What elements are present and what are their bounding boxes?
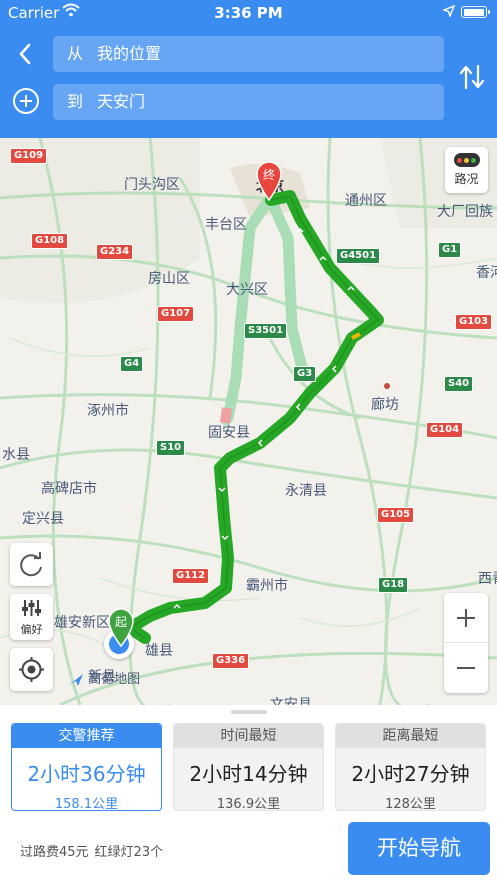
road-sign: G109 (10, 148, 48, 164)
place-label: 雄县 (145, 643, 173, 659)
sliders-icon (22, 600, 41, 616)
route-summary: 过路费45元 红绿灯23个 (20, 841, 163, 860)
traffic-light-count: 红绿灯23个 (94, 845, 164, 860)
road-sign: G4501 (336, 248, 381, 264)
route-option-recommended[interactable]: 交警推荐 2小时36分钟 158.1公里 (11, 723, 162, 811)
traffic-label: 路况 (454, 172, 479, 186)
route-distance: 158.1公里 (54, 797, 119, 811)
destination-value: 天安门 (97, 92, 146, 111)
route-panel: 交警推荐 2小时36分钟 158.1公里 时间最短 2小时14分钟 136.9公… (0, 705, 497, 883)
route-duration: 2小时36分钟 (27, 762, 146, 786)
road-sign: G4 (120, 356, 144, 372)
road-sign: G3 (293, 366, 317, 382)
amap-logo-icon (69, 673, 83, 686)
road-sign: S3501 (244, 323, 288, 339)
road-sign: G104 (426, 422, 464, 438)
road-sign: G112 (172, 568, 210, 584)
amap-logo: 高德地图 (68, 668, 140, 687)
place-label: 西青 (478, 571, 497, 587)
place-label: 霸州市 (246, 578, 288, 594)
destination-field[interactable]: 到天安门 (53, 84, 444, 120)
origin-value: 我的位置 (97, 44, 162, 63)
road-sign: G105 (377, 507, 415, 523)
road-sign: G107 (157, 306, 195, 322)
place-label: 定兴县 (22, 511, 64, 527)
place-label: 涿州市 (87, 403, 129, 419)
origin-field[interactable]: 从我的位置 (53, 36, 444, 72)
crosshair-icon (19, 657, 44, 682)
zoom-out-button[interactable] (444, 643, 488, 693)
traffic-light-icon (453, 153, 480, 167)
preference-button[interactable]: 偏好 (10, 594, 53, 640)
place-label: 水县 (2, 447, 30, 463)
origin-prefix: 从 (67, 44, 84, 63)
road-sign: G336 (212, 653, 250, 669)
place-label: 门头沟区 (124, 177, 180, 193)
route-tag: 交警推荐 (12, 724, 161, 748)
status-bar: Carrier 3:36 PM (0, 0, 497, 26)
road-sign: G234 (96, 244, 134, 260)
start-marker-label: 起 (115, 615, 127, 629)
place-label: 香河 (476, 265, 497, 281)
route-option-fastest[interactable]: 时间最短 2小时14分钟 136.9公里 (173, 723, 324, 811)
battery-icon (461, 6, 490, 18)
add-waypoint-button[interactable] (13, 88, 39, 114)
route-distance: 136.9公里 (216, 797, 281, 811)
route-distance: 128公里 (385, 797, 436, 811)
place-label: 文安县 (270, 697, 312, 705)
end-marker-label: 终 (263, 167, 275, 182)
drag-handle[interactable] (231, 710, 267, 714)
refresh-button[interactable] (10, 543, 53, 586)
route-map[interactable]: 门头沟区 北京 通州区 大厂回族 丰台区 香河 房山区 大兴区 廊坊 涿州市 固… (0, 138, 497, 705)
place-label: 丰台区 (205, 217, 247, 233)
swap-icon[interactable] (458, 62, 486, 92)
back-button[interactable] (10, 38, 40, 70)
place-label: 大厂回族 (437, 204, 493, 220)
toll-fee: 过路费45元 (20, 845, 89, 860)
road-sign: S40 (444, 376, 474, 392)
location-arrow-icon (443, 5, 455, 17)
route-option-shortest[interactable]: 距离最短 2小时27分钟 128公里 (335, 723, 486, 811)
road-sign: G18 (378, 577, 409, 593)
place-label: 雄安新区 (54, 615, 110, 631)
end-marker-icon: 终 (256, 161, 282, 202)
road-sign: G103 (455, 314, 493, 330)
place-label: 固安县 (208, 425, 250, 441)
traffic-toggle-button[interactable]: 路况 (445, 147, 488, 193)
zoom-in-button[interactable] (444, 593, 488, 643)
destination-prefix: 到 (67, 92, 84, 111)
refresh-icon (20, 552, 42, 577)
start-navigation-button[interactable]: 开始导航 (348, 822, 490, 875)
place-label: 永清县 (285, 483, 327, 499)
route-tag: 距离最短 (336, 724, 485, 748)
road-sign: G1 (438, 242, 462, 258)
header: Carrier 3:36 PM 从我的位置 到天安门 (0, 0, 497, 138)
start-marker-icon: 起 (108, 608, 134, 648)
route-tag: 时间最短 (174, 724, 323, 748)
route-duration: 2小时14分钟 (189, 762, 308, 786)
locate-me-button[interactable] (10, 648, 53, 691)
clock: 3:36 PM (214, 4, 283, 22)
preference-label: 偏好 (20, 623, 43, 636)
zoom-control (444, 593, 488, 693)
place-label: 廊坊 (371, 397, 399, 413)
chevron-left-icon (19, 43, 31, 65)
place-label: 房山区 (148, 271, 190, 287)
road-sign: S10 (156, 440, 186, 456)
route-duration: 2小时27分钟 (351, 762, 470, 786)
place-label: 大兴区 (226, 282, 268, 298)
road-sign: G108 (31, 233, 69, 249)
amap-logo-text: 高德地图 (88, 672, 141, 687)
place-label: 高碑店市 (41, 481, 97, 497)
place-label: 通州区 (345, 193, 387, 209)
